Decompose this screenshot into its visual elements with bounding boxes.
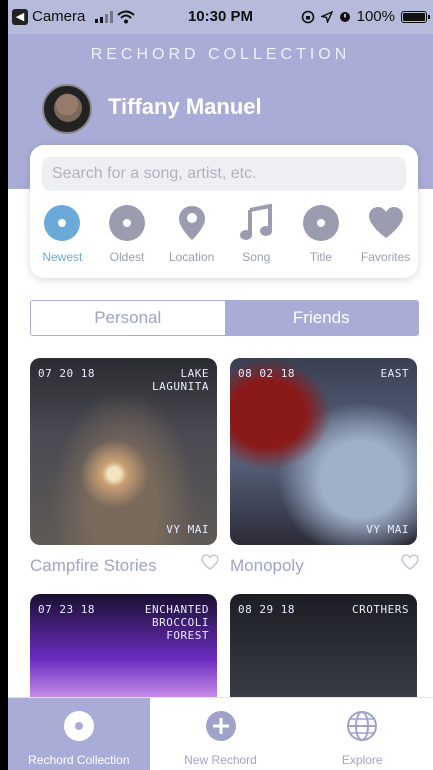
card-date: 08 02 18 xyxy=(238,367,295,380)
card-author: VY MAI xyxy=(366,523,409,536)
rechord-card[interactable]: 08 02 18 EAST VY MAI xyxy=(230,358,417,545)
disc-icon xyxy=(302,205,339,241)
collection-segment: Personal Friends xyxy=(30,300,419,336)
disc-icon xyxy=(63,711,94,741)
disc-icon xyxy=(44,205,81,241)
filter-song[interactable]: Song xyxy=(225,203,287,264)
filter-location[interactable]: Location xyxy=(161,203,223,264)
filter-label: Oldest xyxy=(109,250,145,264)
filter-label: Location xyxy=(168,250,215,264)
nav-rechord-collection[interactable]: Rechord Collection xyxy=(8,698,150,770)
alarm-icon xyxy=(339,12,350,22)
card-date: 07 20 18 xyxy=(38,367,95,380)
rechord-card[interactable]: 07 20 18 LAKE LAGUNITA VY MAI xyxy=(30,358,217,545)
map-pin-icon xyxy=(178,206,205,240)
card-author: VY MAI xyxy=(166,523,209,536)
bottom-nav: Rechord Collection New Rechord Explore xyxy=(8,697,433,770)
lock-rotation-icon xyxy=(301,10,314,23)
plus-circle-icon xyxy=(205,711,236,741)
filter-oldest[interactable]: Oldest xyxy=(96,203,158,264)
avatar[interactable] xyxy=(42,84,92,134)
heart-icon xyxy=(368,207,403,238)
app-screen: ◀ Camera 10:30 PM 100% RECHORD COLLECTIO… xyxy=(8,0,433,770)
battery-icon xyxy=(401,10,430,23)
card-title: Monopoly xyxy=(230,556,304,575)
nav-label: Explore xyxy=(341,753,383,767)
filter-favorites[interactable]: Favorites xyxy=(355,203,417,264)
nav-explore[interactable]: Explore xyxy=(291,698,433,770)
status-right: 100% xyxy=(301,8,430,25)
favorite-heart-icon[interactable] xyxy=(201,554,219,570)
search-input[interactable] xyxy=(42,157,406,191)
filter-newest[interactable]: Newest xyxy=(31,203,93,264)
sort-filters: Newest Oldest Location Song Title Favori… xyxy=(30,203,418,264)
card-location: CROTHERS xyxy=(352,603,409,616)
tab-personal[interactable]: Personal xyxy=(31,301,225,335)
filter-title[interactable]: Title xyxy=(290,203,352,264)
disc-icon xyxy=(108,205,145,241)
status-bar: ◀ Camera 10:30 PM 100% xyxy=(8,0,433,34)
battery-percent: 100% xyxy=(356,8,395,25)
card-location: LAKE LAGUNITA xyxy=(152,367,209,393)
search-card: Newest Oldest Location xyxy=(30,145,418,278)
nav-new-rechord[interactable]: New Rechord xyxy=(150,698,292,770)
card-location: ENCHANTED BROCCOLI FOREST xyxy=(144,603,209,642)
filter-label: Song xyxy=(242,250,271,264)
globe-icon xyxy=(347,711,378,741)
filter-label: Title xyxy=(309,250,333,264)
page-title: RECHORD COLLECTION xyxy=(90,46,351,63)
card-date: 08 29 18 xyxy=(238,603,295,616)
music-note-icon xyxy=(240,204,273,240)
nav-label: Rechord Collection xyxy=(28,753,130,767)
user-name: Tiffany Manuel xyxy=(108,94,262,119)
filter-label: Favorites xyxy=(360,250,411,264)
card-location: EAST xyxy=(380,367,409,380)
nav-label: New Rechord xyxy=(184,753,257,767)
favorite-heart-icon[interactable] xyxy=(401,554,419,570)
tab-friends[interactable]: Friends xyxy=(224,301,418,335)
card-title: Campfire Stories xyxy=(30,556,157,575)
card-date: 07 23 18 xyxy=(38,603,95,616)
location-arrow-icon xyxy=(320,10,333,23)
filter-label: Newest xyxy=(42,250,83,264)
